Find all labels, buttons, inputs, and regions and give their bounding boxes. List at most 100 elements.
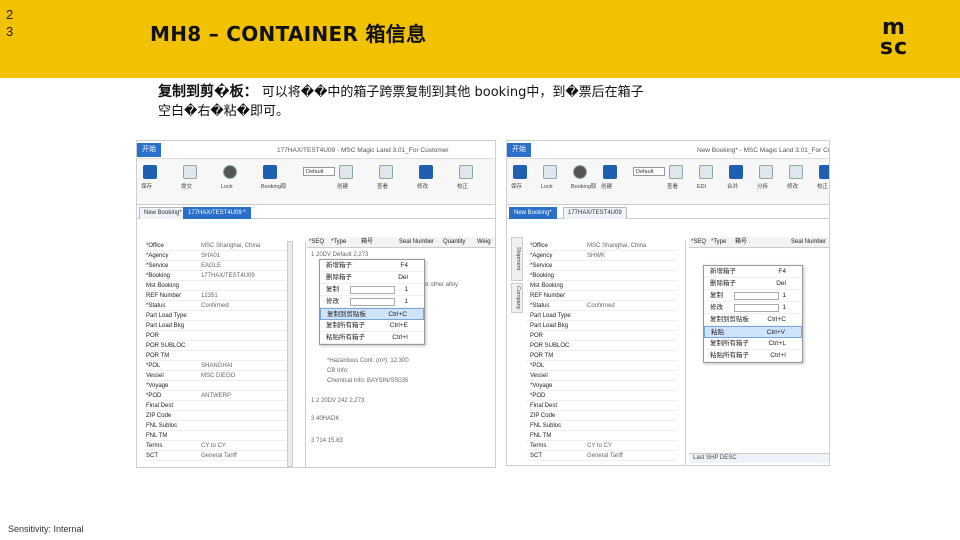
context-menu-item[interactable]: 复制到剪贴板 Ctrl+C [320,308,424,320]
ribbon-icon[interactable] [573,165,587,179]
field-row[interactable]: Mst Booking [527,281,677,291]
field-row[interactable]: POR [143,331,293,341]
context-menu-item[interactable]: 新增箱子 F4 [320,260,424,272]
vtab-company[interactable]: Company [511,283,523,313]
menu-item-input[interactable] [350,286,395,294]
field-row[interactable]: *Service EAGLE [143,261,293,271]
ribbon-icon[interactable] [143,165,157,179]
field-row[interactable]: *Status Confirmed [143,301,293,311]
ribbon-icon[interactable] [729,165,743,179]
field-value[interactable]: General Tariff [587,451,623,461]
field-row[interactable]: FNL Subloc [527,421,677,431]
tab-booking-test[interactable]: 177HAX/TEST4U09 * [183,207,251,219]
field-row[interactable]: Vessel [527,371,677,381]
field-row[interactable]: *POL [527,361,677,371]
context-menu-item[interactable]: 修改 1 [704,302,802,314]
context-menu-item[interactable]: 复制 1 [704,290,802,302]
field-row[interactable]: Final Dest [527,401,677,411]
field-row[interactable]: *Status Confirmed [527,301,677,311]
context-menu-item[interactable]: 粘贴 Ctrl+V [704,326,802,338]
field-row[interactable]: REF Number [527,291,677,301]
grid-column-header[interactable]: *Type [711,238,726,247]
field-row[interactable]: Mst Booking [143,281,293,291]
ribbon-icon[interactable] [603,165,617,179]
field-row[interactable]: *Voyage [527,381,677,391]
field-row[interactable]: *Voyage [143,381,293,391]
tab-new-booking[interactable]: New Booking* [509,207,557,219]
grid-column-header[interactable]: 箱号 [361,238,373,247]
field-row[interactable]: POR SUBLOC [527,341,677,351]
grid-column-header[interactable]: 箱号 [735,238,747,247]
field-row[interactable]: *Agency SHA01 [143,251,293,261]
context-menu-item[interactable]: 修改 1 [320,296,424,308]
field-row[interactable]: *Agency SHWK [527,251,677,261]
context-menu-item[interactable]: 新增箱子 F4 [704,266,802,278]
field-value[interactable]: CY to CY [201,441,226,451]
ribbon-icon[interactable] [789,165,803,179]
context-menu-item[interactable]: 复制所有箱子 Ctrl+L [704,338,802,350]
field-row[interactable]: *POD [527,391,677,401]
context-menu-item[interactable]: 删除箱子 Del [320,272,424,284]
context-menu-item[interactable]: 粘贴所有箱子 Ctrl+I [320,332,424,344]
ribbon-icon[interactable] [759,165,773,179]
field-row[interactable]: POR SUBLOC [143,341,293,351]
field-value[interactable]: SHA01 [201,251,220,261]
context-menu-item[interactable]: 复制 1 [320,284,424,296]
field-row[interactable]: *Office MSC Shanghai, China [527,241,677,251]
ribbon-icon[interactable] [379,165,393,179]
menu-item-input[interactable] [734,304,779,312]
field-row[interactable]: Terms CY to CY [527,441,677,451]
grid-column-header[interactable]: *SEQ [309,238,324,247]
grid-column-header[interactable]: *SEQ [691,238,706,247]
grid-column-header[interactable]: Quantity [443,238,465,247]
field-value[interactable]: MSC DIEGO [201,371,235,381]
field-value[interactable]: MSC Shanghai, China [587,241,646,251]
field-row[interactable]: Part Load Bkg [527,321,677,331]
field-row[interactable]: *Booking [527,271,677,281]
field-row[interactable]: Terms CY to CY [143,441,293,451]
field-row[interactable]: Vessel MSC DIEGO [143,371,293,381]
field-value[interactable]: SHANGHAI [201,361,232,371]
field-value[interactable]: SHWK [587,251,605,261]
field-row[interactable]: SCT General Tariff [527,451,677,461]
ribbon-icon[interactable] [819,165,829,179]
field-row[interactable]: Final Dest [143,401,293,411]
field-row[interactable]: ZIP Code [143,411,293,421]
ribbon-icon[interactable] [513,165,527,179]
field-row[interactable]: *Booking 177HAX/TEST4U09 [143,271,293,281]
ribbon-icon[interactable] [263,165,277,179]
menu-item-input[interactable] [350,298,395,306]
ribbon-icon[interactable] [419,165,433,179]
ribbon-icon[interactable] [459,165,473,179]
tab-new-booking[interactable]: New Booking* [139,207,187,219]
field-row[interactable]: *Service [527,261,677,271]
field-row[interactable]: REF Number 12351 [143,291,293,301]
layout-dropdown[interactable]: Default [303,167,335,176]
field-row[interactable]: FNL Subloc [143,421,293,431]
fields-scrollbar[interactable] [287,241,293,467]
panel-divider[interactable] [685,241,686,465]
field-row[interactable]: POR TM [143,351,293,361]
field-value[interactable]: ANTWERP [201,391,231,401]
field-value[interactable]: Confirmed [587,301,615,311]
field-row[interactable]: Part Load Type [527,311,677,321]
context-menu-item[interactable]: 粘贴所有箱子 Ctrl+I [704,350,802,362]
field-row[interactable]: POR [527,331,677,341]
tab-booking-test[interactable]: 177HAX/TEST4U09 [563,207,627,219]
field-value[interactable]: EAGLE [201,261,221,271]
grid-column-header[interactable]: Seal Number [399,238,434,247]
grid-column-header[interactable]: *Type [331,238,346,247]
ribbon-icon[interactable] [699,165,713,179]
ribbon-icon[interactable] [183,165,197,179]
menu-item-input[interactable] [734,292,779,300]
field-row[interactable]: *POD ANTWERP [143,391,293,401]
field-value[interactable]: Confirmed [201,301,229,311]
context-menu-item[interactable]: 删除箱子 Del [704,278,802,290]
layout-dropdown[interactable]: Default [633,167,665,176]
field-row[interactable]: ZIP Code [527,411,677,421]
vtab-shipment[interactable]: Shipment [511,237,523,281]
field-value[interactable]: General Tariff [201,451,237,461]
context-menu-item[interactable]: 复制到剪贴板 Ctrl+C [704,314,802,326]
field-row[interactable]: FNL TM [527,431,677,441]
ribbon-icon[interactable] [339,165,353,179]
